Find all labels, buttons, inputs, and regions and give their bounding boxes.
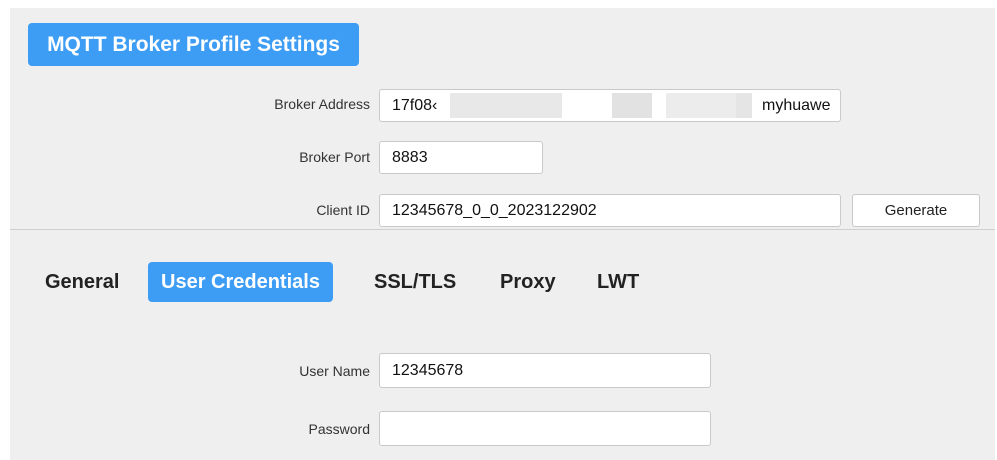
password-input[interactable]	[379, 411, 711, 446]
broker-address-label: Broker Address	[274, 96, 370, 112]
redaction-block	[736, 93, 752, 118]
broker-port-input[interactable]: 8883	[379, 141, 543, 174]
broker-address-value-start: 17f08‹	[392, 97, 438, 114]
generate-button[interactable]: Generate	[852, 194, 980, 227]
user-name-input[interactable]: 12345678	[379, 353, 711, 388]
settings-panel: MQTT Broker Profile Settings Broker Addr…	[10, 8, 995, 460]
tab-lwt[interactable]: LWT	[597, 262, 639, 302]
broker-address-value-end: myhuawe	[762, 97, 831, 114]
broker-port-label: Broker Port	[299, 149, 370, 165]
client-id-input[interactable]: 12345678_0_0_2023122902	[379, 194, 841, 227]
redaction-block	[666, 93, 736, 118]
client-id-label: Client ID	[316, 202, 370, 218]
broker-address-input[interactable]: 17f08‹ myhuawe	[379, 89, 841, 122]
user-name-label: User Name	[299, 363, 370, 379]
tab-ssl-tls[interactable]: SSL/TLS	[374, 262, 456, 302]
redaction-block	[450, 93, 562, 118]
section-title: MQTT Broker Profile Settings	[28, 23, 359, 66]
redaction-block	[612, 93, 652, 118]
section-divider	[10, 229, 995, 230]
tab-general[interactable]: General	[45, 262, 119, 302]
tab-proxy[interactable]: Proxy	[500, 262, 556, 302]
password-label: Password	[308, 421, 370, 437]
tab-user-credentials[interactable]: User Credentials	[148, 262, 333, 302]
